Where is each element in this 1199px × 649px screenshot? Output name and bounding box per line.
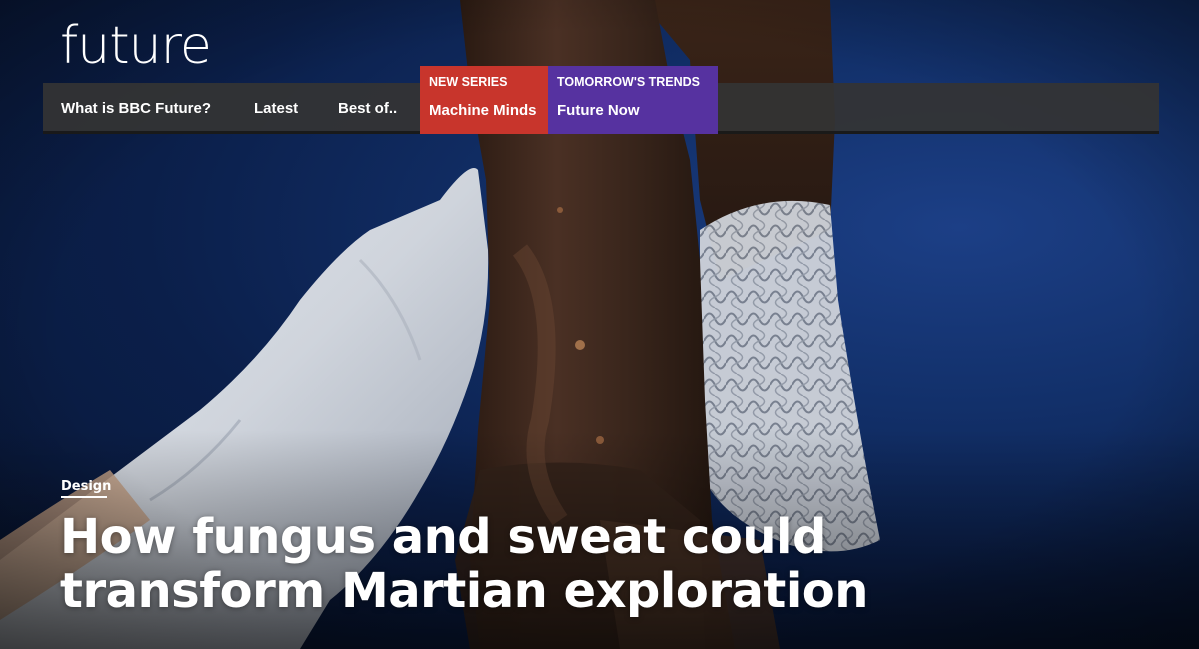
promo-title: Machine Minds <box>429 102 537 119</box>
nav-link-what-is[interactable]: What is BBC Future? <box>61 83 211 134</box>
category-underline <box>61 496 107 498</box>
site-logo[interactable]: future <box>60 16 212 76</box>
article-headline: How fungus and sweat could transform Mar… <box>60 509 868 619</box>
article-category-link[interactable]: Design <box>61 479 111 494</box>
promo-kicker: TOMORROW'S TRENDS <box>557 75 701 89</box>
nav-link-latest[interactable]: Latest <box>254 83 298 134</box>
nav-link-best-of[interactable]: Best of.. <box>338 83 397 134</box>
promo-future-now[interactable]: TOMORROW'S TRENDS Future Now <box>548 66 718 134</box>
promo-machine-minds[interactable]: NEW SERIES Machine Minds <box>420 66 548 134</box>
promo-kicker: NEW SERIES <box>429 75 508 89</box>
promo-title: Future Now <box>557 102 640 119</box>
